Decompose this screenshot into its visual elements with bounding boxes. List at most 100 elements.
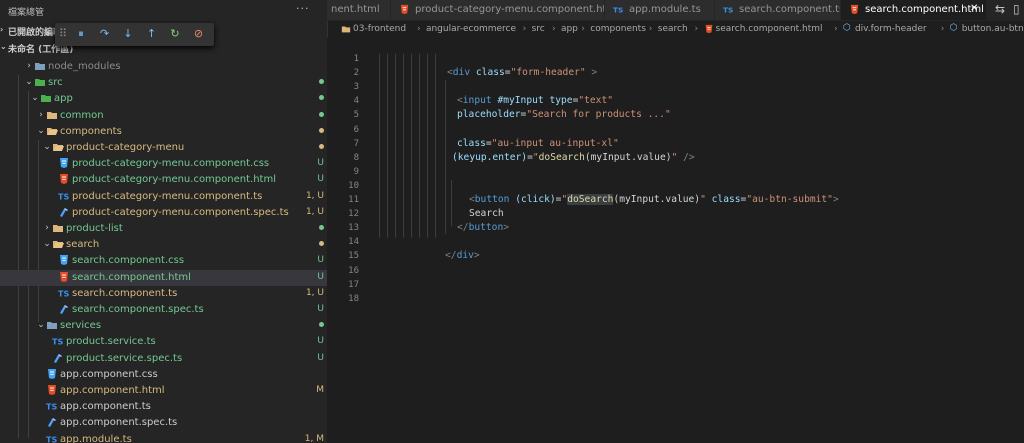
tree-item-label: product.service.ts (66, 336, 156, 348)
restart-icon[interactable]: ↻ (167, 27, 183, 41)
status-dot-icon (319, 322, 324, 328)
tree-item[interactable]: › node_modules (0, 59, 327, 75)
tree-item[interactable]: TS product.service.ts U (0, 334, 327, 350)
tab-label: app.module.ts (629, 4, 701, 15)
indent-guide (403, 54, 404, 238)
line-number: 7 (353, 138, 359, 149)
tree-item[interactable]: product-category-menu.component.html U (0, 172, 327, 188)
code-token: (myInput.value) (584, 151, 672, 163)
code-token: Search (469, 208, 504, 220)
tree-item[interactable]: ⌄ src (0, 75, 327, 91)
breadcrumb-item[interactable]: search.component.html (716, 24, 823, 34)
more-actions-icon[interactable]: ··· (296, 2, 310, 15)
step-out-icon[interactable]: ↑ (144, 27, 160, 41)
git-status-dot (300, 223, 324, 233)
drag-handle-icon[interactable]: ⠿ (59, 27, 67, 40)
tree-item[interactable]: search.component.html U (0, 269, 327, 286)
tree-item[interactable]: TS search.component.ts 1, U (0, 286, 327, 302)
editor-tab[interactable]: TS search.component.ts (715, 0, 841, 20)
tree-item[interactable]: TS app.component.ts (0, 399, 327, 415)
status-dot-icon (319, 79, 324, 85)
indent-guide (451, 180, 452, 226)
split-compare-icon[interactable]: ⇆ (995, 2, 1005, 16)
breadcrumb-item[interactable]: app (561, 24, 578, 34)
tree-item[interactable]: ⌄ search (0, 237, 327, 253)
breadcrumb-item[interactable]: button.au-btn-submit (962, 24, 1024, 34)
editor-tab[interactable]: nent.html (327, 0, 391, 20)
code-token: button (474, 194, 510, 205)
git-status-dot (300, 77, 324, 87)
tab-label: search.component.ts (739, 4, 841, 15)
code-token: class (711, 194, 741, 205)
html5-icon (849, 4, 860, 15)
breadcrumb-separator-icon: › (648, 24, 653, 34)
line-number: 17 (348, 279, 359, 290)
tree-item[interactable]: app.component.html M (0, 383, 327, 399)
css3-icon (58, 254, 70, 266)
step-over-icon[interactable]: ↷ (97, 27, 113, 41)
chevron-right-icon[interactable]: › (24, 61, 34, 71)
code-line: Search (469, 208, 504, 219)
tree-item[interactable]: ⌄ services (0, 318, 327, 334)
code-line: class="au-input au-input-xl" (457, 138, 619, 149)
tree-item[interactable]: app.component.css (0, 367, 327, 383)
code-token: > (473, 250, 480, 262)
tree-item-label: product-category-menu.component.spec.ts (72, 206, 289, 218)
git-status-badge: U (317, 255, 324, 266)
tree-item[interactable]: product-category-menu.component.css U (0, 156, 327, 172)
tree-item[interactable]: product.service.spec.ts U (0, 351, 327, 367)
breadcrumb-item[interactable]: 03-frontend (353, 24, 406, 34)
indent-guide (427, 54, 428, 238)
tree-item[interactable]: product-category-menu.component.spec.ts 1… (0, 205, 327, 221)
chevron-down-icon[interactable]: ⌄ (30, 93, 40, 103)
tree-item[interactable]: app.component.spec.ts (0, 415, 327, 431)
status-dot-icon (319, 127, 324, 133)
chevron-down-icon[interactable]: ⌄ (24, 77, 34, 87)
tab-search-component-html-active[interactable]: search.component.html ✕ (841, 0, 987, 20)
code-token: button (468, 222, 504, 234)
html5-icon (704, 24, 714, 34)
editor-tab[interactable]: TS app.module.ts (605, 0, 715, 20)
test-spec-icon (52, 352, 64, 364)
close-icon[interactable]: ✕ (970, 3, 978, 14)
chevron-right-icon[interactable]: › (36, 110, 46, 120)
breadcrumb-item[interactable]: components (590, 24, 646, 34)
indent-guide (411, 54, 412, 238)
breadcrumb-item[interactable]: search (658, 24, 688, 34)
tree-item[interactable]: search.component.css U (0, 253, 327, 269)
css3-icon (46, 368, 58, 380)
tree-item[interactable]: TS product-category-menu.component.ts 1, U (0, 189, 327, 205)
line-number: 8 (353, 152, 359, 163)
tree-item[interactable]: ⌄ components (0, 124, 327, 140)
folder-icon (34, 60, 46, 72)
tree-item[interactable]: search.component.spec.ts U (0, 302, 327, 318)
code-token: "au-btn-submit" (746, 194, 833, 205)
tree-item[interactable]: TS app.module.ts 1, M (0, 432, 327, 443)
breadcrumb-item[interactable]: angular-ecommerce (426, 24, 516, 34)
chevron-down-icon[interactable]: ⌄ (36, 320, 46, 330)
chevron-down-icon[interactable]: ⌄ (42, 142, 52, 152)
status-dot-icon (319, 241, 324, 247)
code-editor[interactable]: 1 2 3 4 5 6 7 8 9 10 11 12 13 14 15 16 17 18 <div class="… (327, 38, 1024, 443)
breadcrumb-item[interactable]: src (532, 24, 545, 34)
tree-item-label: services (60, 320, 102, 332)
folder-icon (46, 319, 58, 331)
editor-tab[interactable]: product-category-menu.component.html (391, 0, 605, 20)
chevron-down-icon[interactable]: ⌄ (36, 126, 46, 136)
disconnect-icon[interactable]: ⊘ (191, 27, 207, 41)
tree-item[interactable]: ⌄ app (0, 91, 327, 107)
chevron-right-icon[interactable]: › (42, 223, 52, 233)
tree-item[interactable]: ⌄ product-category-menu (0, 140, 327, 156)
git-status-badge: 1, U (305, 190, 324, 201)
code-token: "Search for products ..." (526, 109, 671, 121)
split-editor-icon[interactable]: ▯ (1013, 2, 1020, 16)
tree-item-label: src (48, 77, 63, 89)
tree-item[interactable]: › product-list (0, 221, 327, 237)
chevron-down-icon[interactable]: ⌄ (42, 239, 52, 249)
step-into-icon[interactable]: ↓ (120, 27, 136, 41)
pause-icon[interactable]: ⏸ (73, 27, 89, 41)
breadcrumb-item[interactable]: div.form-header (855, 24, 927, 34)
tree-item[interactable]: › common (0, 108, 327, 124)
code-token: "text" (578, 95, 613, 107)
code-token: (keyup.enter) (452, 151, 528, 163)
